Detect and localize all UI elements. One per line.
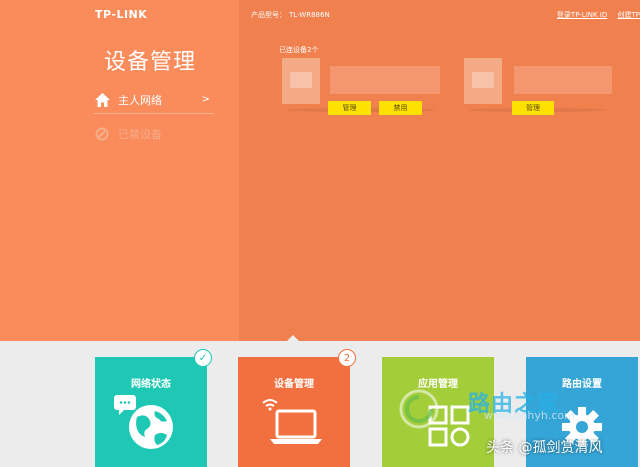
connected-count: 已连设备2个 bbox=[279, 46, 319, 54]
tile-device-management[interactable]: 设备管理 bbox=[238, 357, 350, 467]
watermark-url: www.hnhyh.com bbox=[484, 409, 575, 422]
chevron-right-icon: > bbox=[201, 94, 210, 105]
sidebar-item-blocked-devices[interactable]: 已禁设备 bbox=[94, 120, 214, 148]
device-name-blurred bbox=[514, 66, 612, 94]
header-links: 登录TP-LINK ID 创建TP bbox=[549, 10, 640, 20]
watermark-logo-icon bbox=[399, 389, 439, 429]
manage-button[interactable]: 管理 bbox=[328, 101, 371, 115]
active-tab-pointer bbox=[286, 335, 300, 342]
device-count-badge: 2 bbox=[338, 349, 356, 367]
model-label: 产品型号： bbox=[251, 11, 286, 19]
tp-link-logo: TP-LINK bbox=[95, 8, 148, 21]
laptop-wifi-icon bbox=[262, 399, 322, 444]
author-signature: 头条 @孤剑赏清风 bbox=[486, 440, 603, 456]
sidebar-item-label: 主人网络 bbox=[118, 93, 162, 107]
block-icon bbox=[94, 126, 110, 142]
device-avatar bbox=[464, 58, 502, 104]
sidebar-item-host-network[interactable]: 主人网络 > bbox=[94, 86, 214, 114]
device-avatar bbox=[282, 58, 320, 104]
tile-label: 设备管理 bbox=[274, 379, 314, 390]
manage-button[interactable]: 管理 bbox=[512, 101, 554, 115]
page-title: 设备管理 bbox=[104, 50, 197, 75]
status-ok-badge: ✓ bbox=[194, 349, 212, 367]
login-tplink-id-link[interactable]: 登录TP-LINK ID bbox=[557, 11, 607, 19]
create-link[interactable]: 创建TP bbox=[618, 11, 640, 19]
product-model: 产品型号： TL-WR886N bbox=[251, 10, 330, 20]
tile-network-status[interactable]: 网络状态 bbox=[95, 357, 207, 467]
device-name-blurred bbox=[330, 66, 440, 94]
block-button[interactable]: 禁用 bbox=[379, 101, 422, 115]
globe-icon bbox=[114, 395, 173, 449]
home-icon bbox=[94, 92, 110, 108]
tile-label: 网络状态 bbox=[131, 379, 171, 390]
model-value: TL-WR886N bbox=[289, 11, 330, 19]
sidebar-item-label: 已禁设备 bbox=[118, 128, 162, 141]
